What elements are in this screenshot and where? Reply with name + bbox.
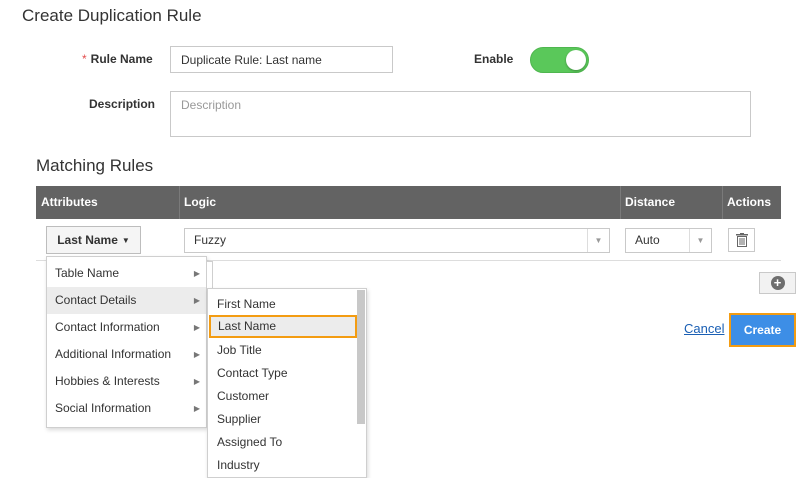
plus-circle-icon: + [770,276,785,290]
menu-edge [207,261,213,289]
menu-item-additional-information[interactable]: Additional Information ▶ [47,341,206,368]
menu-item-contact-information[interactable]: Contact Information ▶ [47,314,206,341]
add-rule-button[interactable]: + [759,272,796,294]
field-item-supplier[interactable]: Supplier [208,408,356,431]
chevron-right-icon: ▶ [193,323,200,332]
chevron-right-icon: ▶ [193,404,200,413]
column-actions: Actions [727,195,772,209]
matching-rules-header: Attributes Logic Distance Actions [36,186,781,219]
page-title: Create Duplication Rule [22,6,202,25]
matching-rules-title: Matching Rules [36,156,154,175]
field-item-job-title[interactable]: Job Title [208,339,356,362]
chevron-right-icon: ▶ [193,377,200,386]
attribute-group-menu: Table Name ▶ Contact Details ▶ Contact Inf… [46,256,207,428]
chevron-right-icon: ▶ [193,350,200,359]
trash-icon [735,233,748,247]
menu-item-table-name[interactable]: Table Name ▶ [47,260,206,287]
chevron-right-icon: ▶ [193,269,200,278]
chevron-down-icon: ▼ [121,235,130,245]
attribute-dropdown-button[interactable]: Last Name ▼ [46,226,141,254]
field-item-industry[interactable]: Industry [208,454,356,477]
field-submenu: First Name Last Name Job Title Contact T… [207,288,367,478]
rule-name-label: * Rule Name [82,52,153,66]
field-item-last-name[interactable]: Last Name [209,315,357,338]
menu-item-contact-details[interactable]: Contact Details ▶ [47,287,206,314]
column-distance: Distance [625,195,676,209]
description-label: Description [89,97,156,111]
field-item-first-name[interactable]: First Name [208,293,356,316]
chevron-right-icon: ▶ [193,296,200,305]
enable-label: Enable [474,52,514,66]
logic-select[interactable]: Fuzzy ▼ [184,228,610,253]
field-item-contact-type[interactable]: Contact Type [208,362,356,385]
submenu-scrollbar[interactable] [357,290,365,424]
description-field[interactable]: Description [170,91,751,137]
delete-rule-button[interactable] [728,228,755,252]
field-item-customer[interactable]: Customer [208,385,356,408]
create-button[interactable]: Create [729,313,796,347]
rule-name-input[interactable]: Duplicate Rule: Last name [170,46,393,73]
toggle-knob-icon [566,50,586,70]
chevron-down-icon: ▼ [689,229,711,252]
column-attributes: Attributes [41,195,98,209]
menu-item-hobbies-interests[interactable]: Hobbies & Interests ▶ [47,368,206,395]
required-marker: * [82,52,87,66]
column-logic: Logic [184,195,216,209]
distance-select[interactable]: Auto ▼ [625,228,712,253]
field-item-assigned-to[interactable]: Assigned To [208,431,356,454]
chevron-down-icon: ▼ [587,229,609,252]
enable-toggle[interactable] [530,47,589,73]
menu-item-social-information[interactable]: Social Information ▶ [47,395,206,422]
cancel-link[interactable]: Cancel [684,321,724,336]
